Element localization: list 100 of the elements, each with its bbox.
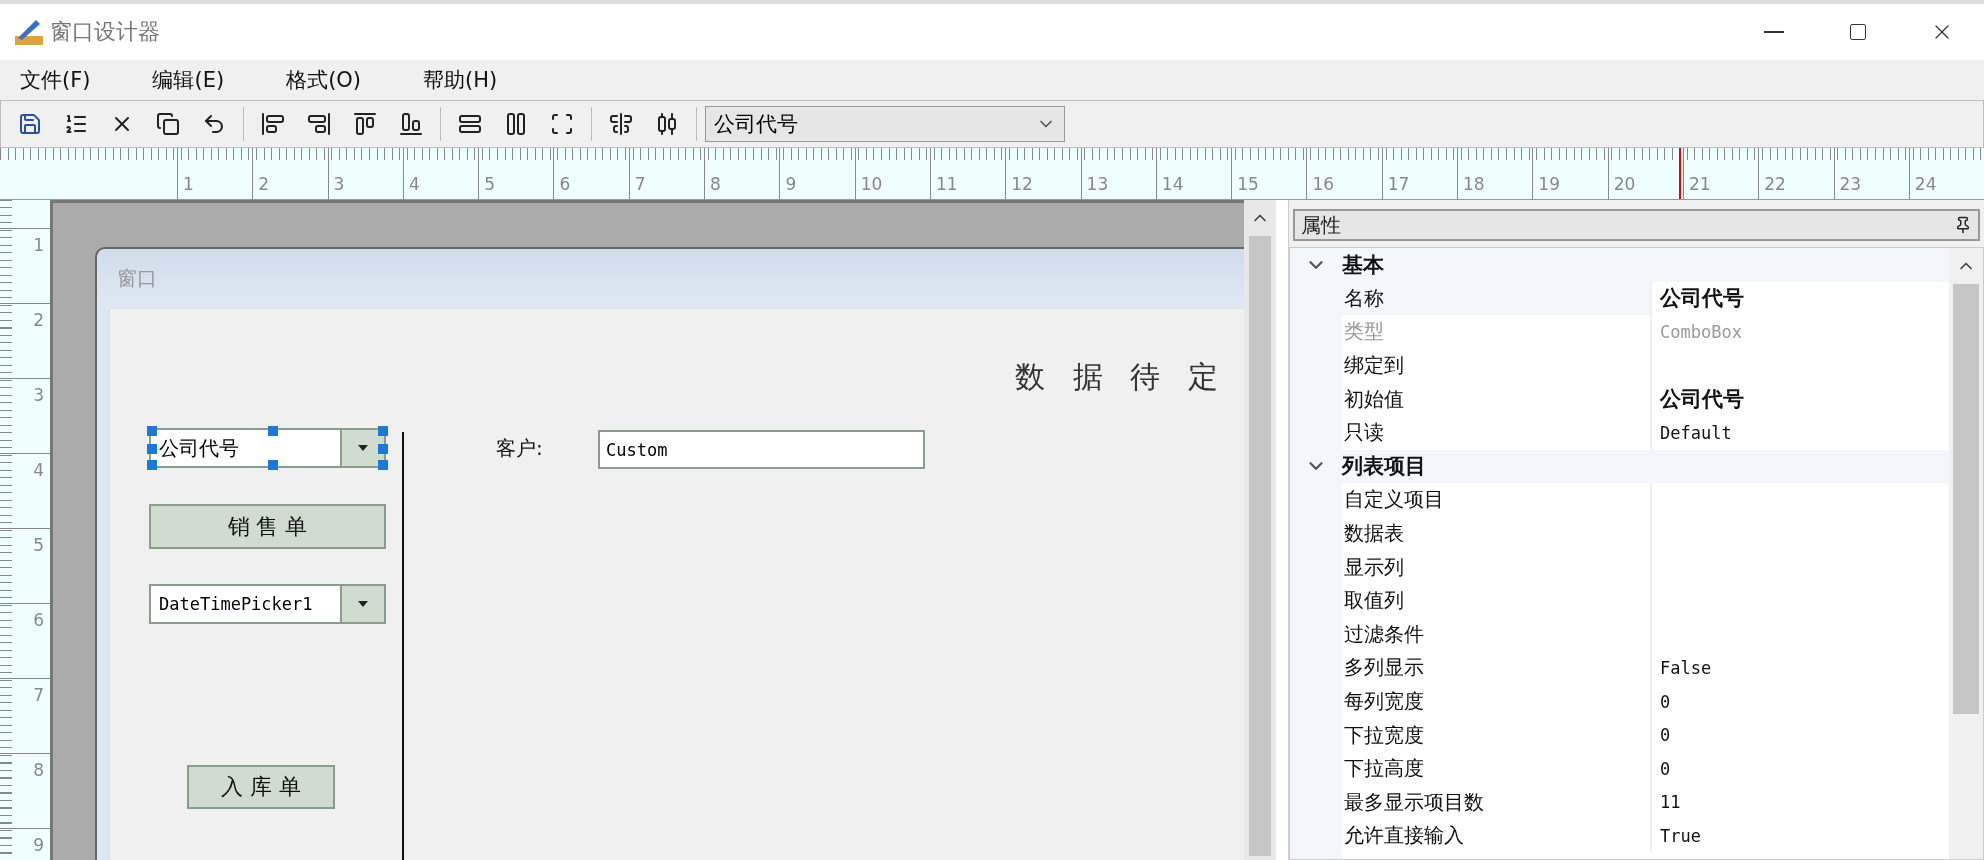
ruler-number: 7 (32, 684, 44, 707)
ruler-number: 2 (32, 309, 44, 332)
align-right-icon (307, 112, 331, 136)
ruler-number: 1 (32, 234, 44, 257)
menu-item[interactable]: 文件(F) (12, 66, 99, 94)
ruler-number: 23 (1838, 176, 1862, 193)
ruler-number: 18 (1462, 176, 1485, 193)
property-name[interactable]: 允许直接输入 (1342, 819, 1652, 853)
field-label: 客户: (496, 435, 543, 462)
center-icon (609, 112, 633, 136)
ruler-number: 17 (1386, 176, 1410, 193)
form-button[interactable]: 入 库 单 (187, 765, 335, 809)
ruler-number: 15 (1236, 176, 1259, 193)
property-name[interactable]: 多列显示 (1342, 651, 1652, 685)
ruler-number: 4 (32, 459, 44, 482)
ruler-number: 6 (558, 176, 571, 193)
vertical-scrollbar[interactable] (1244, 200, 1276, 860)
property-value[interactable]: 0 (1660, 758, 1671, 779)
property-value[interactable]: 11 (1660, 792, 1681, 813)
undo-icon (202, 112, 226, 136)
property-name[interactable]: 下拉宽度 (1342, 718, 1652, 752)
ruler-number: 8 (32, 759, 44, 782)
minimize-icon (1764, 31, 1784, 33)
property-name[interactable]: 数据表 (1342, 516, 1652, 551)
scroll-thumb[interactable] (1953, 284, 1979, 714)
text-box[interactable]: Custom (598, 430, 925, 469)
ruler-number: 14 (1160, 176, 1184, 193)
ruler-number: 8 (709, 176, 721, 193)
same-width-icon (458, 112, 482, 136)
combo-text: DateTimePicker1 (159, 594, 313, 614)
window-title: 窗口设计器 (50, 18, 160, 46)
ruler-number: 3 (32, 384, 44, 407)
menu-item[interactable]: 格式(O) (278, 66, 370, 94)
ruler-number: 13 (1085, 176, 1109, 193)
selection-handle[interactable] (267, 460, 278, 470)
ruler-number: 9 (32, 834, 44, 857)
ruler-number: 2 (257, 176, 270, 193)
ruler-number: 4 (407, 176, 420, 193)
property-value[interactable]: 0 (1660, 691, 1671, 712)
ruler-number: 5 (483, 176, 495, 193)
ruler-number: 24 (1913, 176, 1937, 193)
combo-box[interactable]: 公司代号 (149, 428, 386, 468)
property-name[interactable]: 显示列 (1342, 550, 1652, 584)
ruler-number: 1 (182, 176, 194, 193)
combo-text: 公司代号 (159, 434, 239, 462)
ruler-number: 10 (859, 176, 883, 193)
dropdown-arrow-icon[interactable] (358, 445, 368, 451)
ruler-number: 11 (934, 176, 958, 193)
panel-title: 属性 (1301, 211, 1341, 239)
menu-item[interactable]: 帮助(H) (415, 66, 506, 94)
save-icon (18, 112, 42, 136)
selection-handle[interactable] (267, 426, 278, 436)
date-picker[interactable]: DateTimePicker1 (149, 584, 386, 624)
form-title: 窗口 (117, 264, 157, 292)
align-top-icon (353, 112, 377, 136)
property-value[interactable]: True (1660, 825, 1701, 846)
group-name: 列表项目 (1342, 453, 1426, 481)
ruler-number: 6 (32, 609, 44, 632)
list-icon (64, 112, 88, 136)
property-name[interactable]: 只读 (1342, 415, 1652, 450)
form-heading: 数 据 待 定 (1015, 358, 1227, 396)
property-value[interactable]: 0 (1660, 725, 1671, 746)
scroll-thumb[interactable] (1249, 236, 1271, 856)
app-logo-icon (14, 18, 44, 46)
ruler-number: 12 (1010, 176, 1033, 193)
property-value[interactable]: 公司代号 (1660, 284, 1744, 313)
property-value[interactable]: Default (1660, 422, 1732, 443)
maximize-icon (1848, 22, 1868, 42)
ruler-number: 7 (633, 176, 646, 193)
property-name[interactable]: 绑定到 (1342, 348, 1652, 383)
pin-icon[interactable] (1954, 216, 1972, 234)
control-select[interactable]: 公司代号 (705, 106, 1065, 142)
copy-icon (156, 112, 180, 136)
ruler-number: 16 (1311, 176, 1335, 193)
ruler-number: 9 (784, 176, 797, 193)
vertical-scrollbar[interactable] (1949, 248, 1983, 859)
align-left-icon (261, 112, 285, 136)
ruler-number: 19 (1537, 176, 1560, 193)
property-name[interactable]: 初始值 (1342, 382, 1652, 416)
property-name[interactable]: 每列宽度 (1342, 684, 1652, 719)
menu-item[interactable]: 编辑(E) (144, 66, 233, 94)
property-name[interactable]: 名称 (1342, 281, 1652, 316)
ruler-number: 20 (1612, 176, 1636, 193)
property-name[interactable]: 过滤条件 (1342, 617, 1652, 652)
cursor-marker (1679, 148, 1681, 199)
dropdown-arrow-icon[interactable] (358, 601, 368, 607)
property-value[interactable]: 公司代号 (1660, 385, 1744, 414)
distribute-icon (655, 112, 679, 136)
same-size-icon (550, 112, 574, 136)
align-bottom-icon (399, 112, 423, 136)
form-button[interactable]: 销 售 单 (149, 504, 386, 549)
property-name[interactable]: 最多显示项目数 (1342, 785, 1652, 820)
group-name: 基本 (1342, 251, 1384, 279)
ruler-number: 5 (32, 534, 44, 557)
ruler-number: 21 (1687, 176, 1711, 193)
ruler-number: 22 (1763, 176, 1786, 193)
property-name[interactable]: 下拉高度 (1342, 751, 1652, 786)
property-value[interactable]: False (1660, 657, 1712, 678)
property-name[interactable]: 取值列 (1342, 583, 1652, 618)
ruler-number: 3 (332, 176, 345, 193)
